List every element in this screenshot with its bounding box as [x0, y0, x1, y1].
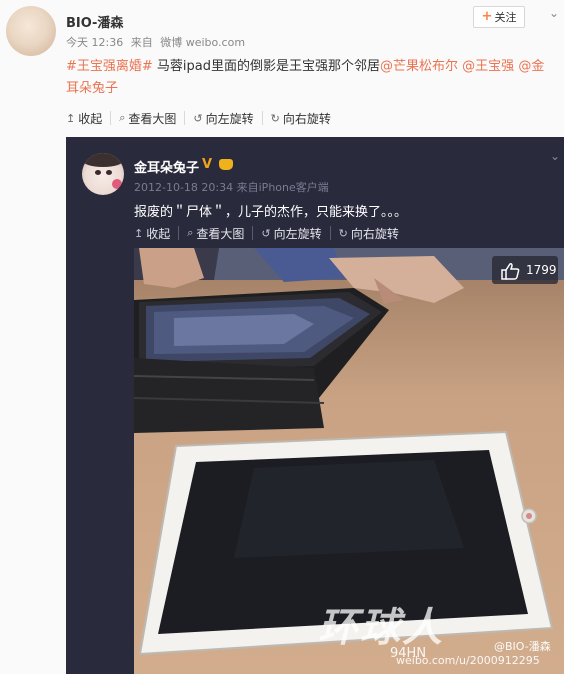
mention-link[interactable]: @王宝强	[462, 59, 514, 74]
collapse-arrow-icon: ↥	[66, 111, 76, 125]
repost-author-name[interactable]: 金耳朵兔子	[134, 157, 199, 176]
rotate-left-label: 向左旋转	[273, 226, 322, 241]
rotate-right-button[interactable]: ↻ 向右旋转	[331, 226, 407, 241]
rotate-right-button[interactable]: ↻ 向右旋转	[263, 111, 339, 126]
reposted-image-card: 金耳朵兔子 V ⌄ 2012-10-18 20:34 来自iPhone客户端 报…	[66, 137, 564, 674]
author-watermark: @BIO-潘森	[494, 640, 551, 653]
rotate-left-icon: ↺	[261, 226, 271, 240]
collapse-label: 收起	[78, 111, 103, 126]
collapse-label: 收起	[146, 226, 171, 241]
view-large-label: 查看大图	[128, 111, 177, 126]
follow-label: 关注	[494, 11, 517, 24]
view-large-button[interactable]: ⌕ 查看大图	[179, 226, 254, 241]
media-toolbar: ↥ 收起 ⌕ 查看大图 ↺ 向左旋转 ↻ 向右旋转	[66, 111, 339, 126]
repost-time[interactable]: 2012-10-18 20:34	[134, 181, 233, 194]
rotate-left-button[interactable]: ↺ 向左旋转	[185, 111, 263, 126]
rotate-left-label: 向左旋转	[205, 111, 254, 126]
repost-author-avatar[interactable]	[82, 153, 124, 195]
vip-crown-icon	[219, 159, 233, 170]
like-count: 1799	[526, 263, 557, 277]
repost-text: 报废的＂尸体＂，儿子的杰作，只能来换了。。。	[134, 205, 408, 220]
chevron-down-icon[interactable]: ⌄	[550, 149, 560, 163]
post-time[interactable]: 今天 12:36	[66, 36, 123, 49]
rotate-right-icon: ↻	[338, 226, 348, 240]
search-icon: ⌕	[187, 226, 194, 239]
repost-media-toolbar: ↥ 收起 ⌕ 查看大图 ↺ 向左旋转 ↻ 向右旋转	[134, 226, 407, 241]
view-large-label: 查看大图	[196, 226, 245, 241]
site-watermark: 环球人	[318, 604, 444, 651]
weibo-post: BIO-潘森 今天 12:36 来自 微博 weibo.com + 关注 ⌄ #…	[0, 0, 564, 674]
verified-badge: V	[202, 157, 213, 172]
repost-source-prefix: 来自	[236, 181, 259, 194]
follow-button[interactable]: + 关注	[473, 6, 525, 28]
repost-source[interactable]: iPhone客户端	[259, 181, 329, 194]
repost-meta: 2012-10-18 20:34 来自iPhone客户端	[134, 179, 329, 195]
collapse-button[interactable]: ↥ 收起	[66, 111, 112, 126]
author-name[interactable]: BIO-潘森	[66, 12, 123, 31]
mention-link[interactable]: @芒果松布尔	[380, 59, 458, 74]
rotate-left-icon: ↺	[193, 111, 203, 125]
post-meta: 今天 12:36 来自 微博 weibo.com	[66, 34, 249, 50]
rotate-right-label: 向右旋转	[350, 226, 399, 241]
search-icon: ⌕	[119, 111, 126, 124]
weibo-url-watermark: weibo.com/u/2000912295	[396, 654, 540, 667]
collapse-arrow-icon: ↥	[134, 226, 144, 240]
rotate-left-button[interactable]: ↺ 向左旋转	[253, 226, 331, 241]
chevron-down-icon[interactable]: ⌄	[549, 6, 559, 20]
view-large-button[interactable]: ⌕ 查看大图	[111, 111, 186, 126]
post-source[interactable]: 微博 weibo.com	[160, 36, 245, 49]
like-button[interactable]: 1799	[492, 256, 558, 284]
rotate-right-label: 向右旋转	[282, 111, 331, 126]
topic-link[interactable]: #王宝强离婚#	[66, 59, 153, 74]
plus-icon: +	[481, 9, 493, 24]
thumbs-up-icon	[501, 263, 520, 280]
collapse-button[interactable]: ↥ 收起	[134, 226, 180, 241]
rotate-right-icon: ↻	[270, 111, 280, 125]
post-text: #王宝强离婚# 马蓉ipad里面的倒影是王宝强那个邻居@芒果松布尔 @王宝强 @…	[66, 56, 556, 100]
author-avatar[interactable]	[6, 6, 56, 56]
source-prefix: 来自	[130, 36, 153, 49]
post-body: 马蓉ipad里面的倒影是王宝强那个邻居	[152, 59, 381, 74]
